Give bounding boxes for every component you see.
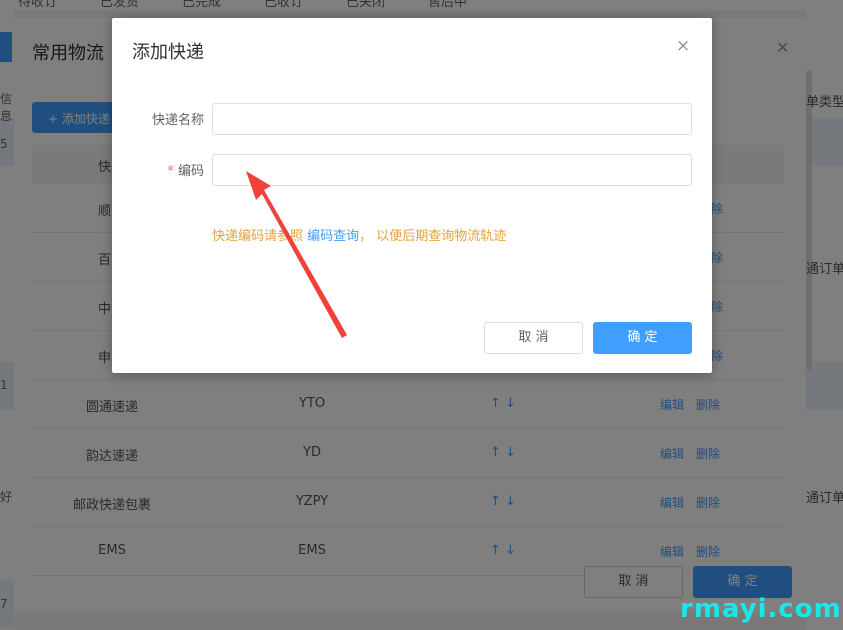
- code-lookup-link[interactable]: 编码查询: [307, 229, 359, 244]
- hint-suffix: ， 以便后期查询物流轨迹: [359, 229, 507, 244]
- dialog-title: 添加快递: [132, 42, 204, 63]
- code-label: * 编码: [112, 160, 204, 179]
- add-courier-dialog: 添加快递 × 快递名称 * 编码 快递编码请参照 编码查询， 以便后期查询物流轨迹…: [112, 18, 712, 373]
- hint-text: 快递编码请参照: [212, 229, 304, 244]
- courier-name-label: 快递名称: [151, 113, 204, 128]
- code-hint: 快递编码请参照 编码查询， 以便后期查询物流轨迹: [212, 225, 506, 244]
- watermark: rmayi.com: [680, 594, 842, 624]
- courier-code-input[interactable]: [212, 154, 692, 186]
- code-label-text: 编码: [177, 164, 204, 179]
- courier-name-input[interactable]: [212, 103, 692, 135]
- close-icon[interactable]: ×: [676, 36, 690, 56]
- required-mark: *: [167, 164, 174, 179]
- cancel-button[interactable]: 取 消: [484, 322, 583, 354]
- confirm-button[interactable]: 确 定: [593, 322, 692, 354]
